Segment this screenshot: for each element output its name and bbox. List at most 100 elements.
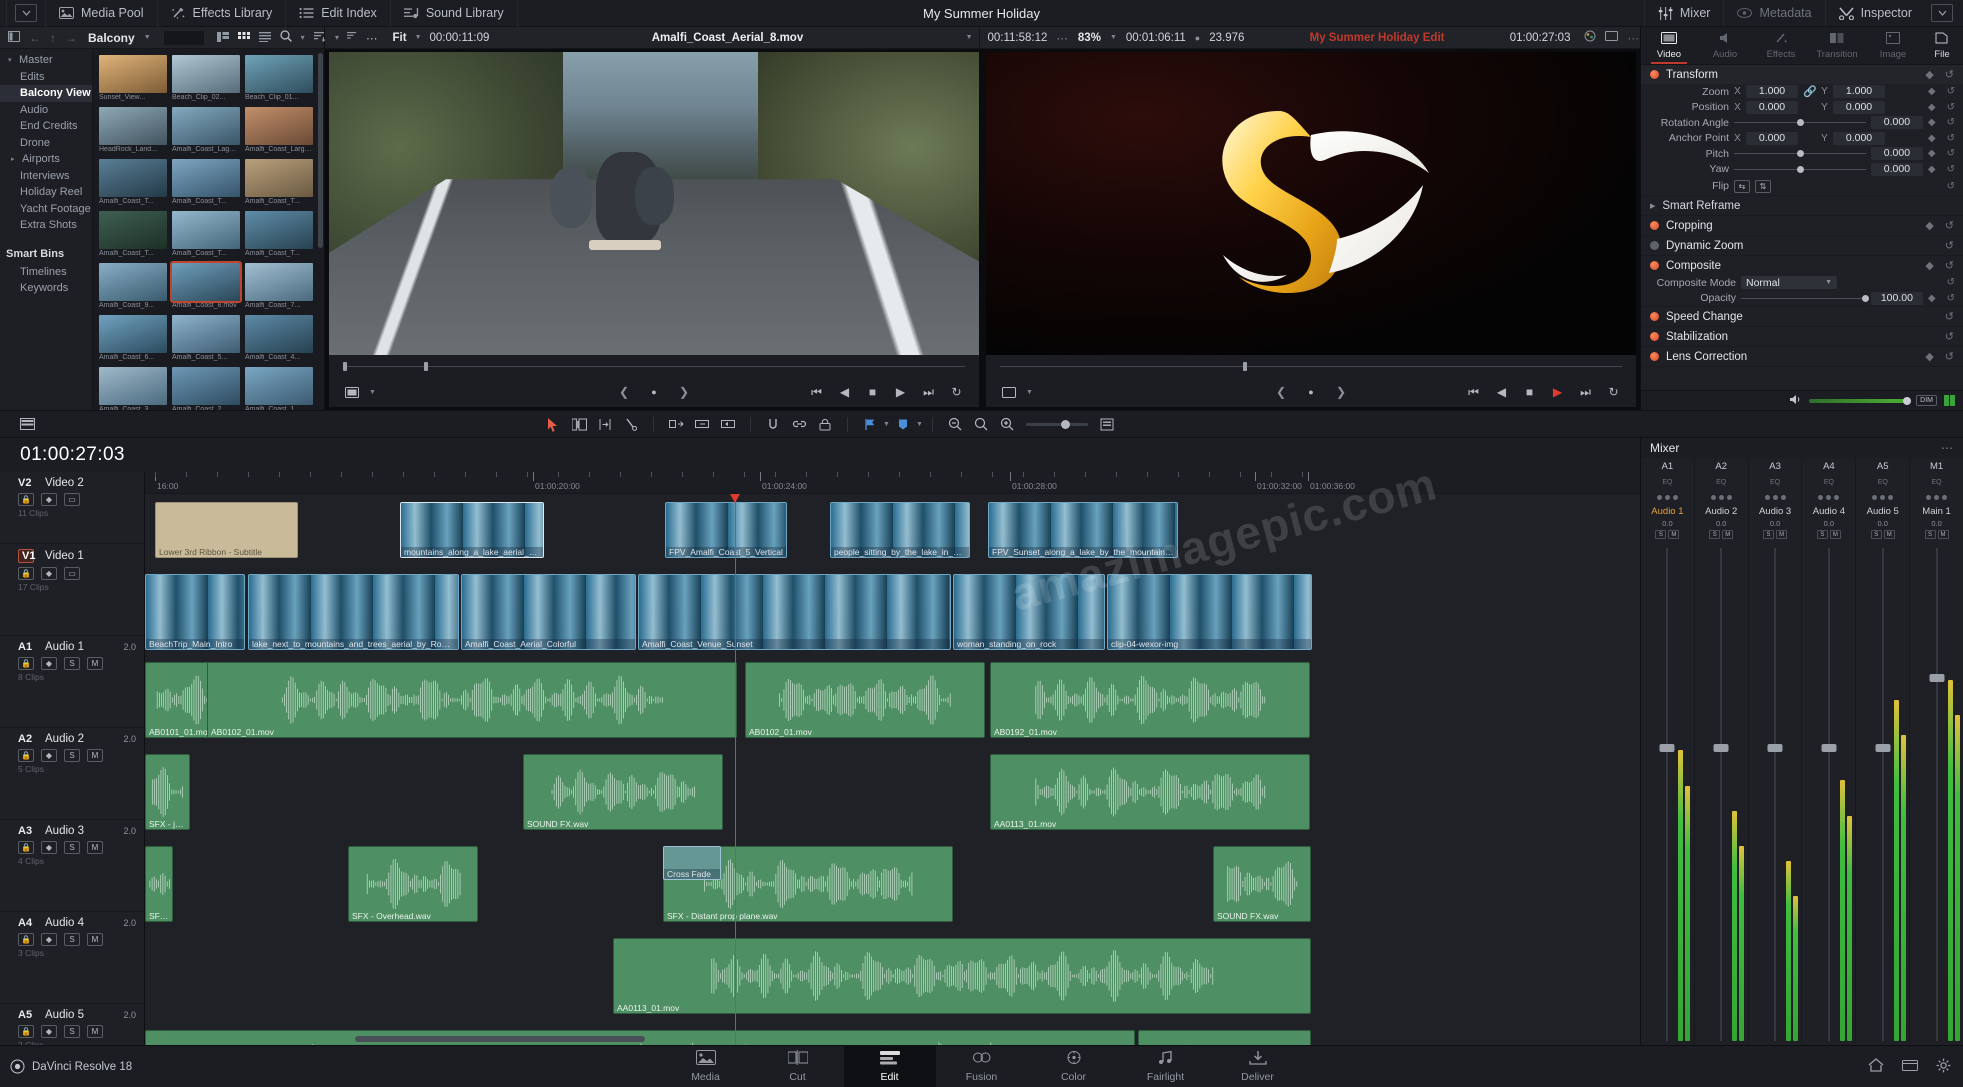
bin-edits[interactable]: Edits [0,69,92,86]
reset-icon[interactable]: ↺ [1945,239,1954,252]
viewer-mode-icon[interactable] [343,385,360,400]
source-clip-chevron-icon[interactable]: ▼ [966,34,973,41]
nav-fairlight[interactable]: Fairlight [1120,1046,1212,1087]
track-index[interactable]: V1 [18,549,35,563]
transform-enable-toggle[interactable] [1650,70,1659,79]
track-header-a5[interactable]: A5 Audio 5 🔒 ◆ S M 2 Clips 2.0 [0,1004,144,1045]
mixer-fader[interactable] [1749,544,1802,1045]
mixer-fader[interactable] [1802,544,1855,1045]
reset-icon[interactable]: ↺ [1945,310,1954,323]
play-button[interactable]: ▶ [892,385,909,400]
track-header-v2[interactable]: V2 Video 2 🔒 ◆ ▭ 11 Clips [0,472,144,544]
up-arrow-icon[interactable]: ↑ [50,31,56,45]
mute-button[interactable]: M [1776,530,1788,539]
track-header-a4[interactable]: A4 Audio 4 🔒 ◆ S M 3 Clips 2.0 [0,912,144,1004]
timeline-viewer-image[interactable] [986,52,1636,355]
timeline-clip[interactable]: woman_standing_on_rock [953,574,1105,650]
smart-bin-keywords[interactable]: Keywords [0,280,92,297]
trim-edit-tool-button[interactable] [566,413,592,435]
pitch-slider[interactable] [1734,147,1866,160]
filter-icon[interactable]: ▾ [301,33,305,42]
fader-handle[interactable] [1659,744,1675,753]
timeline-clip[interactable]: clip-04-wexor-img [1107,574,1312,650]
timeline-horizontal-scrollbar[interactable] [355,1036,645,1042]
mixer-solo-mute[interactable]: SM [1655,530,1680,539]
lock-icon[interactable]: 🔒 [18,1025,34,1038]
composite-header[interactable]: Composite ◆ ↺ [1641,256,1963,275]
lock-icon[interactable]: 🔒 [18,841,34,854]
reset-icon[interactable]: ↺ [1947,277,1955,288]
mixer-fader[interactable] [1910,544,1963,1045]
timeline-scrub-handle[interactable] [1242,361,1247,371]
track-header-a2[interactable]: A2 Audio 2 🔒 ◆ S M 5 Clips 2.0 [0,728,144,820]
mixer-options-icon[interactable]: ⋯ [1941,441,1954,455]
track-index[interactable]: A3 [18,825,34,837]
search-input[interactable] [163,30,204,45]
mixer-strip-a1[interactable]: A1 EQ Audio 1 0.0 S M [1641,458,1695,1045]
timeline-clip[interactable]: AB0192_01.mov [990,662,1310,738]
bin-interviews[interactable]: Interviews [0,168,92,185]
project-manager-icon[interactable] [1902,1058,1918,1076]
timeline-clip[interactable]: SOUND FX.wav [1213,846,1311,922]
solo-icon[interactable]: S [64,749,80,762]
chevron-down-icon[interactable]: ▼ [369,389,376,396]
keyframe-icon[interactable]: ◆ [1925,68,1933,81]
fader-handle[interactable] [1713,744,1729,753]
transform-header[interactable]: Transform ◆ ↺ [1641,65,1963,84]
reset-icon[interactable]: ↺ [1947,293,1955,304]
track-index[interactable]: A5 [18,1009,34,1021]
solo-icon[interactable]: S [64,1025,80,1038]
grid-view-icon[interactable] [237,31,250,45]
solo-icon[interactable]: S [64,933,80,946]
reset-icon[interactable]: ↺ [1947,164,1955,175]
fader-handle[interactable] [1875,744,1891,753]
zoom-level[interactable]: 83% [1078,32,1101,44]
reset-icon[interactable]: ↺ [1945,259,1954,272]
auto-select-icon[interactable]: ◆ [41,493,57,506]
media-pool-clip[interactable]: Amalfi_Coast_7... [245,263,313,309]
timeline-scrub-track[interactable] [1000,361,1622,371]
solo-icon[interactable]: S [64,841,80,854]
media-pool-button[interactable]: Media Pool [46,0,158,27]
media-pool-clip[interactable]: Beach_Clip_01... [245,55,313,101]
timeline-clip[interactable]: SOUND FX.wav [523,754,723,830]
track-index[interactable]: A2 [18,733,34,745]
sound-library-button[interactable]: Sound Library [391,0,518,27]
solo-button[interactable]: S [1870,530,1882,539]
track-header-v1[interactable]: V1 Video 1 🔒 ◆ ▭ 17 Clips [0,544,144,636]
timeline-clip[interactable]: AB0102_01.mov [207,662,737,738]
mark-out-icon[interactable]: ❯ [676,385,693,400]
section-stabilization[interactable]: Stabilization ↺ [1641,327,1963,347]
keyframe-icon[interactable]: ◆ [1928,293,1936,304]
mute-button[interactable]: M [1668,530,1680,539]
color-wheel-icon[interactable] [1584,30,1596,45]
pitch-field[interactable]: 0.000 [1870,147,1923,161]
chevron-down-icon[interactable]: ▼ [415,34,422,41]
tab-transition[interactable]: Transition [1809,27,1865,64]
timeline-clip[interactable]: FPV_Sunset_along_a_lake_by_the_mountains… [988,502,1178,558]
reset-icon[interactable]: ↺ [1947,102,1955,113]
stop-button[interactable]: ■ [1521,385,1538,400]
timeline-clip[interactable]: FPV_Amalfi_Coast_5_Vertical [665,502,787,558]
media-pool-clip[interactable]: Amalfi_Coast_T... [172,211,240,257]
bin-audio[interactable]: Audio [0,102,92,119]
solo-icon[interactable]: S [64,657,80,670]
mixer-knobs[interactable] [1818,495,1840,500]
rotation-angle-field[interactable]: 0.000 [1870,116,1923,130]
more-options-icon[interactable]: ⋯ [1627,31,1640,45]
mute-icon[interactable]: M [87,749,103,762]
stabilization-enable-toggle[interactable] [1650,332,1659,341]
volume-knob[interactable] [1903,396,1912,405]
mixer-fader[interactable] [1695,544,1748,1045]
link-icon[interactable]: 🔗 [1803,85,1817,98]
lock-icon[interactable]: 🔒 [18,933,34,946]
mute-icon[interactable]: M [87,1025,103,1038]
play-button[interactable]: ▶ [1549,385,1566,400]
playhead[interactable] [730,494,740,1045]
mixer-solo-mute[interactable]: SM [1816,530,1841,539]
viewer-mode-icon[interactable] [1000,385,1017,400]
reset-icon[interactable]: ↺ [1945,350,1954,363]
mute-icon[interactable]: M [87,841,103,854]
media-pool-clip[interactable]: Amalfi_Coast_5... [172,315,240,361]
video-enable-icon[interactable]: ▭ [64,567,80,580]
